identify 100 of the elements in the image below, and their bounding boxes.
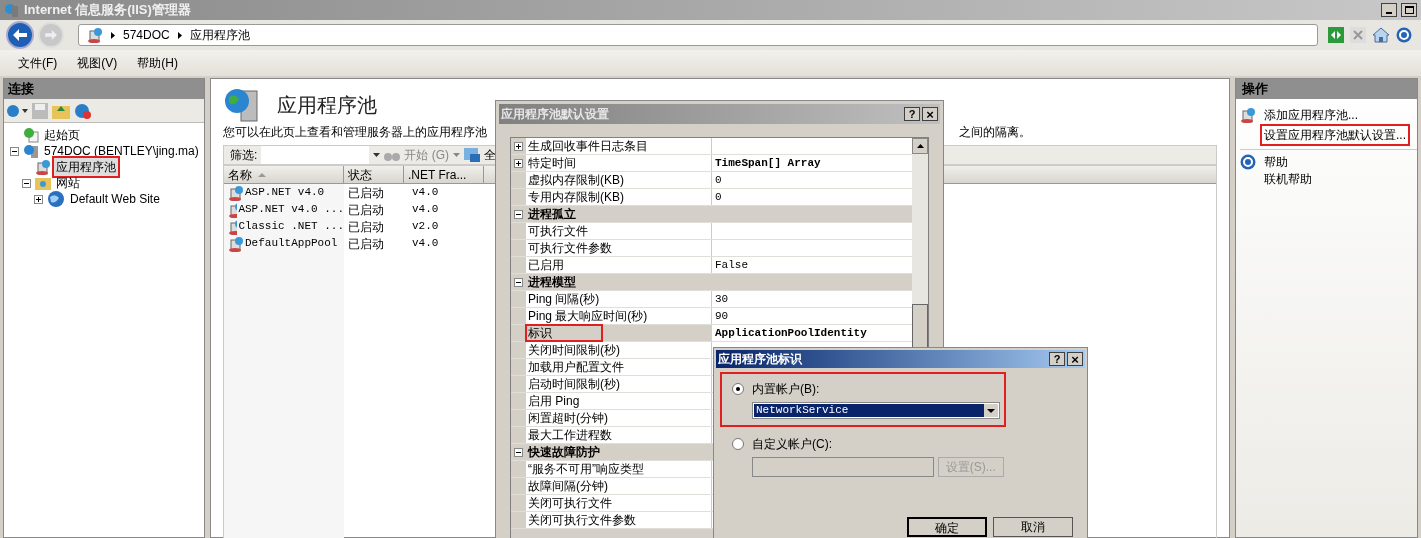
property-label[interactable]: 虚拟内存限制(KB) <box>526 172 712 188</box>
dropdown-icon[interactable] <box>373 153 381 157</box>
collapse-icon[interactable] <box>514 277 523 287</box>
expand-icon[interactable] <box>514 158 523 168</box>
tree-item[interactable]: Default Web Site <box>68 190 162 208</box>
action-link[interactable]: 设置应用程序池默认设置... <box>1262 126 1408 144</box>
property-value: 0 <box>712 172 913 188</box>
action-link[interactable]: 联机帮助 <box>1262 170 1314 188</box>
panel-header: 操作 <box>1236 79 1417 99</box>
close-button[interactable]: × <box>1067 352 1083 366</box>
property-label[interactable]: 关闭可执行文件参数 <box>526 512 712 528</box>
property-label[interactable]: 已启用 <box>526 257 712 273</box>
column-header[interactable]: 状态 <box>344 166 404 183</box>
property-label[interactable]: Ping 间隔(秒) <box>526 291 712 307</box>
pool-icon <box>87 27 103 43</box>
cancel-button[interactable]: 取消 <box>993 517 1073 537</box>
help-icon[interactable] <box>1396 27 1412 43</box>
address-bar[interactable]: 574DOC 应用程序池 <box>78 24 1318 46</box>
category-label: 进程模型 <box>528 274 576 291</box>
refresh-icon[interactable] <box>1328 27 1344 43</box>
table-cell-text: v4.0 <box>412 185 439 201</box>
property-label[interactable]: 故障间隔(分钟) <box>526 478 712 494</box>
account-dropdown[interactable]: NetworkService <box>752 402 1000 419</box>
table-cell-text: ASP.NET v4.0 <box>245 185 325 201</box>
property-label[interactable]: “服务不可用”响应类型 <box>526 461 712 477</box>
show-all-button[interactable]: 全 <box>484 146 496 164</box>
collapse-icon[interactable] <box>10 146 19 156</box>
property-label[interactable]: 启动时间限制(秒) <box>526 376 712 392</box>
globe-icon <box>47 190 65 208</box>
home-icon[interactable] <box>1372 27 1390 43</box>
folder-icon <box>35 176 51 190</box>
ok-button[interactable]: 确定 <box>907 517 987 537</box>
property-label[interactable]: 关闭可执行文件 <box>526 495 712 511</box>
property-label[interactable]: 标识 <box>526 325 602 341</box>
account-field[interactable] <box>752 457 934 477</box>
property-label[interactable]: Ping 最大响应时间(秒) <box>526 308 712 324</box>
column-header[interactable]: .NET Fra... <box>404 166 484 183</box>
property-label[interactable]: 闲置超时(分钟) <box>526 410 712 426</box>
property-label[interactable]: 生成回收事件日志条目 <box>526 138 712 154</box>
action-link[interactable]: 帮助 <box>1262 152 1290 171</box>
close-button[interactable]: × <box>922 107 938 121</box>
disconnect-icon[interactable] <box>74 102 92 119</box>
minimize-button[interactable] <box>1381 3 1397 17</box>
app-icon <box>4 2 20 18</box>
collapse-icon[interactable] <box>514 447 523 457</box>
menu-item[interactable]: 视图(V) <box>77 54 118 72</box>
category-label: 进程孤立 <box>528 206 576 223</box>
expand-icon[interactable] <box>34 194 43 204</box>
table-cell-text: 已启动 <box>348 201 384 219</box>
help-icon <box>1240 153 1256 170</box>
back-arrow-icon <box>13 29 27 41</box>
back-button[interactable] <box>6 21 34 49</box>
help-button[interactable]: ? <box>1049 352 1065 366</box>
chevron-right-icon <box>111 31 115 39</box>
minimize-icon <box>1386 12 1392 14</box>
pool-icon <box>35 159 51 175</box>
tree-item[interactable]: 网站 <box>54 174 82 192</box>
show-all-icon <box>464 148 480 162</box>
globe-server-icon <box>23 143 39 159</box>
property-value: 30 <box>712 291 913 307</box>
property-label[interactable]: 加载用户配置文件 <box>526 359 712 375</box>
connect-icon[interactable] <box>6 102 28 119</box>
maximize-button[interactable] <box>1401 3 1417 17</box>
forward-arrow-icon <box>45 30 57 40</box>
radio-button[interactable] <box>732 438 744 450</box>
table-cell-text: v2.0 <box>412 219 439 235</box>
property-label[interactable]: 特定时间 <box>526 155 712 171</box>
page-description-tail: 之间的隔离。 <box>959 124 1031 141</box>
collapse-icon[interactable] <box>514 209 523 219</box>
expand-icon[interactable] <box>514 141 523 151</box>
property-label[interactable]: 专用内存限制(KB) <box>526 189 712 205</box>
scroll-up-button[interactable] <box>912 138 928 154</box>
help-button[interactable]: ? <box>904 107 920 121</box>
property-label[interactable]: 启用 Ping <box>526 393 712 409</box>
property-label[interactable]: 关闭时间限制(秒) <box>526 342 712 358</box>
radio-button[interactable] <box>732 383 744 395</box>
property-value: 0 <box>712 189 913 205</box>
globe-page-icon <box>23 127 39 143</box>
action-link[interactable]: 添加应用程序池... <box>1262 106 1360 124</box>
category-label: 快速故障防护 <box>528 444 600 461</box>
menu-item[interactable]: 文件(F) <box>18 54 58 72</box>
column-header[interactable]: 名称 <box>224 166 344 183</box>
table-cell-text: DefaultAppPool <box>245 236 338 252</box>
tree-item[interactable]: 起始页 <box>42 126 82 144</box>
table-cell-text: v4.0 <box>412 202 439 218</box>
breadcrumb[interactable]: 应用程序池 <box>189 26 250 44</box>
filter-field[interactable] <box>261 146 370 164</box>
collapse-icon[interactable] <box>22 178 31 188</box>
tree-item[interactable]: 574DOC (BENTLEY\jing.ma) <box>42 142 201 160</box>
dialog-title: 应用程序池默认设置 <box>501 106 610 123</box>
dropdown-icon[interactable] <box>984 404 998 417</box>
menu-item[interactable]: 帮助(H) <box>137 54 178 72</box>
property-label[interactable]: 最大工作进程数 <box>526 427 712 443</box>
property-value: ApplicationPoolIdentity <box>712 325 913 341</box>
panel-header: 连接 <box>4 79 204 99</box>
maximize-icon <box>1404 6 1414 14</box>
property-label[interactable]: 可执行文件参数 <box>526 240 712 256</box>
breadcrumb[interactable]: 574DOC <box>123 26 170 44</box>
property-label[interactable]: 可执行文件 <box>526 223 712 239</box>
tree-item[interactable]: 应用程序池 <box>54 158 118 176</box>
